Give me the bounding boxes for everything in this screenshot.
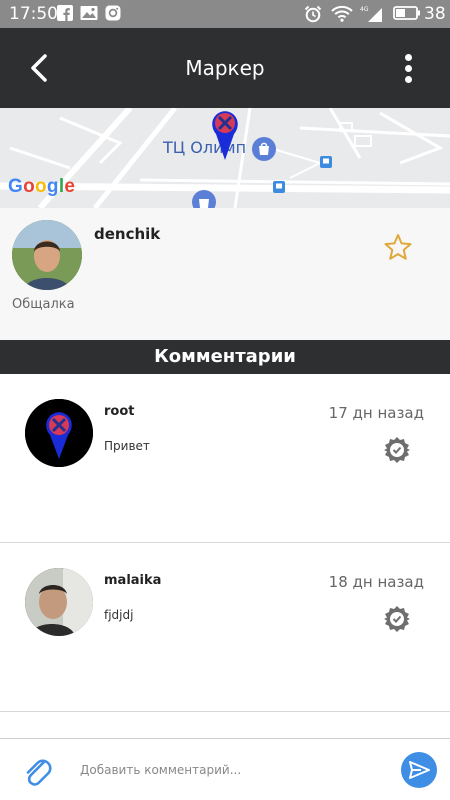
alarm-icon bbox=[304, 5, 322, 23]
google-logo: Google bbox=[8, 176, 76, 197]
wifi-icon bbox=[331, 5, 353, 22]
instagram-icon bbox=[105, 5, 123, 22]
status-bar: 17:50 4G 38 bbox=[0, 0, 450, 28]
transit-icon bbox=[320, 156, 332, 168]
transit-icon-2 bbox=[273, 181, 285, 193]
more-vertical-icon bbox=[396, 54, 420, 83]
map-marker-icon[interactable] bbox=[208, 108, 242, 160]
comment-item: root Привет 17 дн назад bbox=[0, 374, 450, 543]
app-bar: Маркер bbox=[0, 28, 450, 108]
author-group: Общалка bbox=[12, 297, 75, 312]
battery-level: 38 bbox=[424, 4, 446, 24]
gallery-icon bbox=[80, 5, 98, 22]
signal-icon: 4G bbox=[360, 5, 384, 22]
author-profile: denchik Общалка bbox=[0, 208, 450, 340]
map-view[interactable]: ТЦ Олимп Google bbox=[0, 108, 450, 208]
comment-input-bar bbox=[0, 738, 450, 800]
comment-item: malaika fjdjdj 18 дн назад bbox=[0, 543, 450, 712]
facebook-icon bbox=[57, 5, 75, 22]
comment-text: Привет bbox=[104, 439, 150, 453]
avatar[interactable] bbox=[12, 220, 82, 290]
overflow-menu-button[interactable] bbox=[396, 50, 420, 90]
author-username: denchik bbox=[94, 225, 161, 243]
attach-button[interactable] bbox=[22, 753, 52, 787]
comments-header: Комментарии bbox=[0, 340, 450, 374]
send-button[interactable] bbox=[401, 752, 437, 788]
shopping-bag-icon bbox=[252, 137, 276, 161]
shopping-bag-icon-2 bbox=[192, 190, 216, 208]
comment-timestamp: 18 дн назад bbox=[328, 573, 424, 591]
star-icon bbox=[384, 234, 412, 260]
comment-avatar[interactable] bbox=[25, 399, 93, 467]
page-title: Маркер bbox=[185, 56, 265, 80]
comment-avatar[interactable] bbox=[25, 568, 93, 636]
comment-text: fjdjdj bbox=[104, 608, 134, 622]
battery-icon bbox=[393, 5, 421, 22]
comment-author: root bbox=[104, 404, 135, 419]
comment-input[interactable] bbox=[72, 755, 382, 785]
status-time: 17:50 bbox=[9, 4, 58, 24]
comment-settings-button[interactable] bbox=[383, 605, 411, 633]
comment-author: malaika bbox=[104, 573, 162, 588]
gear-check-icon bbox=[384, 437, 410, 463]
favorite-button[interactable] bbox=[382, 232, 414, 264]
comment-settings-button[interactable] bbox=[383, 436, 411, 464]
network-label: 4G bbox=[360, 6, 369, 13]
paperclip-icon bbox=[26, 759, 52, 786]
send-icon bbox=[409, 761, 430, 779]
comment-timestamp: 17 дн назад bbox=[328, 404, 424, 422]
gear-check-icon bbox=[384, 606, 410, 632]
